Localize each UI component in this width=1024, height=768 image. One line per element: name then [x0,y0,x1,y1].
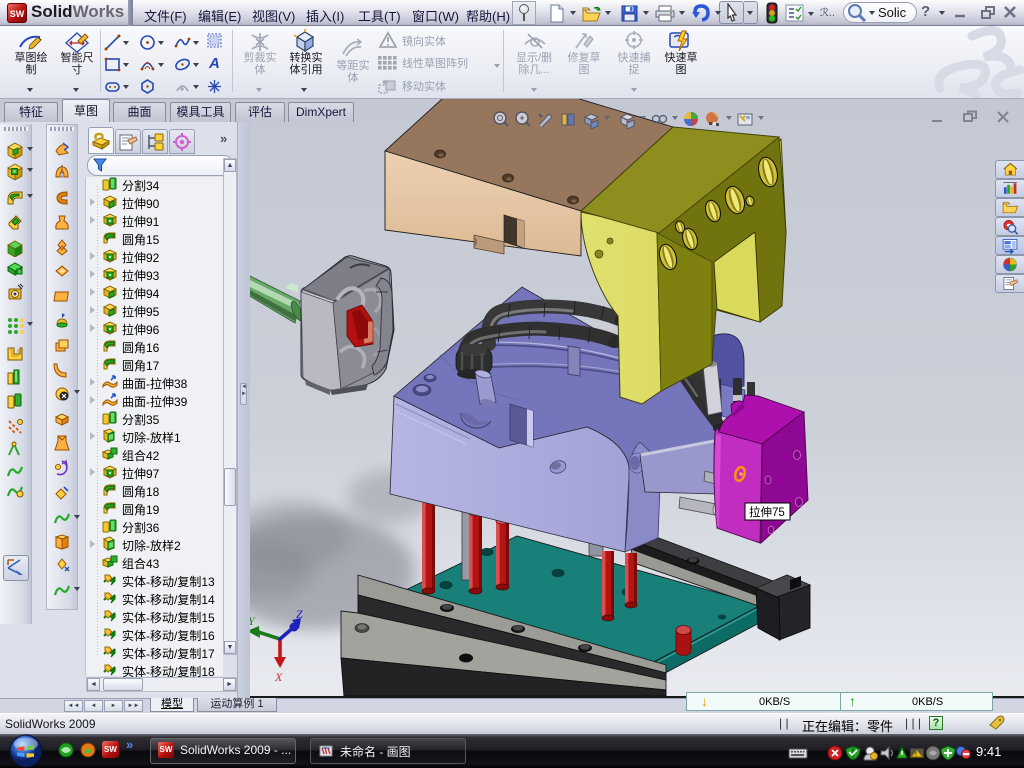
svg-text:Z: Z [296,607,303,621]
svg-text:A: A [208,55,220,71]
svg-text:X: X [274,670,283,684]
svg-text:拉伸75: 拉伸75 [749,505,785,519]
svg-text:!: ! [915,752,917,759]
